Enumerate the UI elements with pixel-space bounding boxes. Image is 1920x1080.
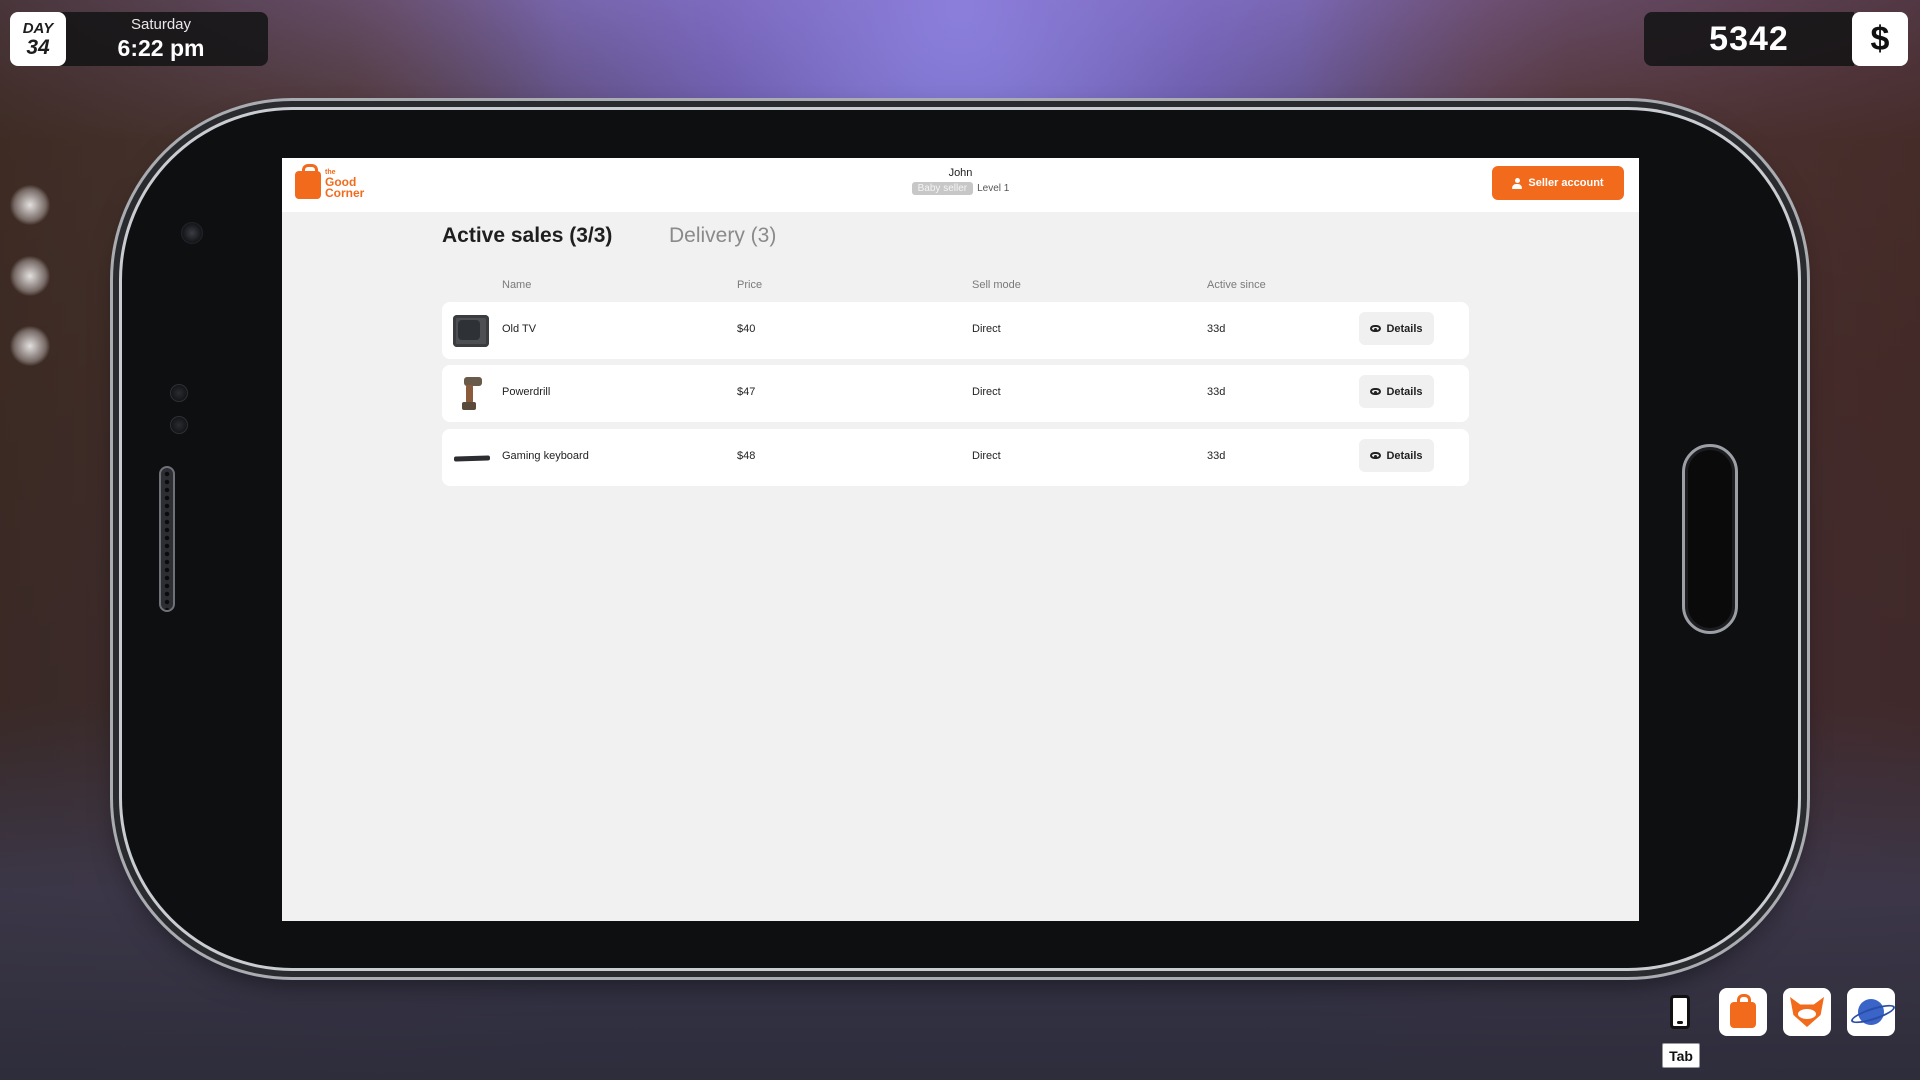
item-price: $47 bbox=[737, 386, 756, 398]
column-header-active-since: Active since bbox=[1207, 279, 1266, 291]
phone-dock-button[interactable] bbox=[1656, 988, 1704, 1036]
details-label: Details bbox=[1386, 322, 1423, 335]
user-name: John bbox=[948, 167, 973, 179]
column-header-price: Price bbox=[737, 279, 763, 291]
background-light-3 bbox=[10, 326, 50, 366]
details-button[interactable]: Details bbox=[1359, 312, 1434, 345]
item-active-since: 33d bbox=[1207, 386, 1226, 398]
day-number: 34 bbox=[26, 35, 50, 59]
phone-side-button-top bbox=[545, 103, 675, 108]
person-icon bbox=[1512, 177, 1523, 189]
currency-icon: $ bbox=[1852, 12, 1908, 66]
drill-thumbnail bbox=[452, 375, 490, 413]
item-name: Gaming keyboard bbox=[502, 450, 589, 462]
fox-icon bbox=[1790, 997, 1824, 1027]
money-amount: 5342 bbox=[1644, 12, 1854, 66]
phone-screen: the Good Corner John Baby seller Level 1… bbox=[282, 158, 1639, 921]
phone-home-button[interactable] bbox=[1682, 444, 1738, 634]
seller-level: Level 1 bbox=[977, 183, 1010, 194]
tab-delivery[interactable]: Delivery (3) bbox=[669, 224, 776, 248]
item-price: $40 bbox=[737, 323, 756, 335]
table-row: Powerdrill $47 Direct 33d Details bbox=[442, 365, 1469, 422]
good-corner-bag-icon bbox=[1730, 994, 1756, 1028]
seller-account-label: Seller account bbox=[1528, 177, 1604, 189]
item-sell-mode: Direct bbox=[972, 386, 1001, 398]
planet-icon bbox=[1858, 999, 1884, 1025]
seller-account-button[interactable]: Seller account bbox=[1492, 166, 1624, 200]
day-label: DAY bbox=[22, 19, 54, 37]
tv-thumbnail bbox=[452, 312, 490, 350]
details-button[interactable]: Details bbox=[1359, 439, 1434, 472]
item-name: Powerdrill bbox=[502, 386, 551, 398]
item-active-since: 33d bbox=[1207, 323, 1226, 335]
tab-key-hint: Tab bbox=[1662, 1043, 1700, 1068]
weekday-label: Saturday bbox=[130, 16, 192, 33]
time-panel: Saturday 6:22 pm bbox=[54, 12, 268, 66]
background-light-2 bbox=[10, 256, 50, 296]
table-row: Gaming keyboard $48 Direct 33d Details bbox=[442, 429, 1469, 486]
phone-speaker-grille bbox=[159, 466, 175, 612]
item-sell-mode: Direct bbox=[972, 450, 1001, 462]
phone-side-button-bottom bbox=[362, 970, 618, 975]
background-light-1 bbox=[10, 185, 50, 225]
column-header-name: Name bbox=[502, 279, 532, 291]
item-price: $48 bbox=[737, 450, 756, 462]
eye-icon bbox=[1370, 452, 1382, 459]
item-active-since: 33d bbox=[1207, 450, 1226, 462]
item-sell-mode: Direct bbox=[972, 323, 1001, 335]
eye-icon bbox=[1370, 325, 1382, 332]
phone-icon bbox=[1670, 995, 1690, 1029]
day-counter: DAY 34 bbox=[10, 12, 66, 66]
table-row: Old TV $40 Direct 33d Details bbox=[442, 302, 1469, 359]
phone-camera bbox=[181, 222, 203, 244]
details-label: Details bbox=[1386, 449, 1423, 462]
details-label: Details bbox=[1386, 385, 1423, 398]
details-button[interactable]: Details bbox=[1359, 375, 1434, 408]
user-info: John Baby seller Level 1 bbox=[282, 167, 1639, 195]
keyboard-thumbnail bbox=[452, 439, 491, 477]
fox-app-dock-button[interactable] bbox=[1783, 988, 1831, 1036]
good-corner-dock-button[interactable] bbox=[1719, 988, 1767, 1036]
seller-rank-badge: Baby seller bbox=[911, 182, 974, 195]
column-header-sell-mode: Sell mode bbox=[972, 279, 1021, 291]
app-header: the Good Corner John Baby seller Level 1… bbox=[282, 158, 1639, 212]
phone-sensor-2 bbox=[170, 416, 188, 434]
item-name: Old TV bbox=[502, 323, 537, 335]
phone-sensor-1 bbox=[170, 384, 188, 402]
clock-label: 6:22 pm bbox=[117, 35, 205, 61]
planet-app-dock-button[interactable] bbox=[1847, 988, 1895, 1036]
tab-active-sales[interactable]: Active sales (3/3) bbox=[442, 224, 612, 248]
eye-icon bbox=[1370, 388, 1382, 395]
